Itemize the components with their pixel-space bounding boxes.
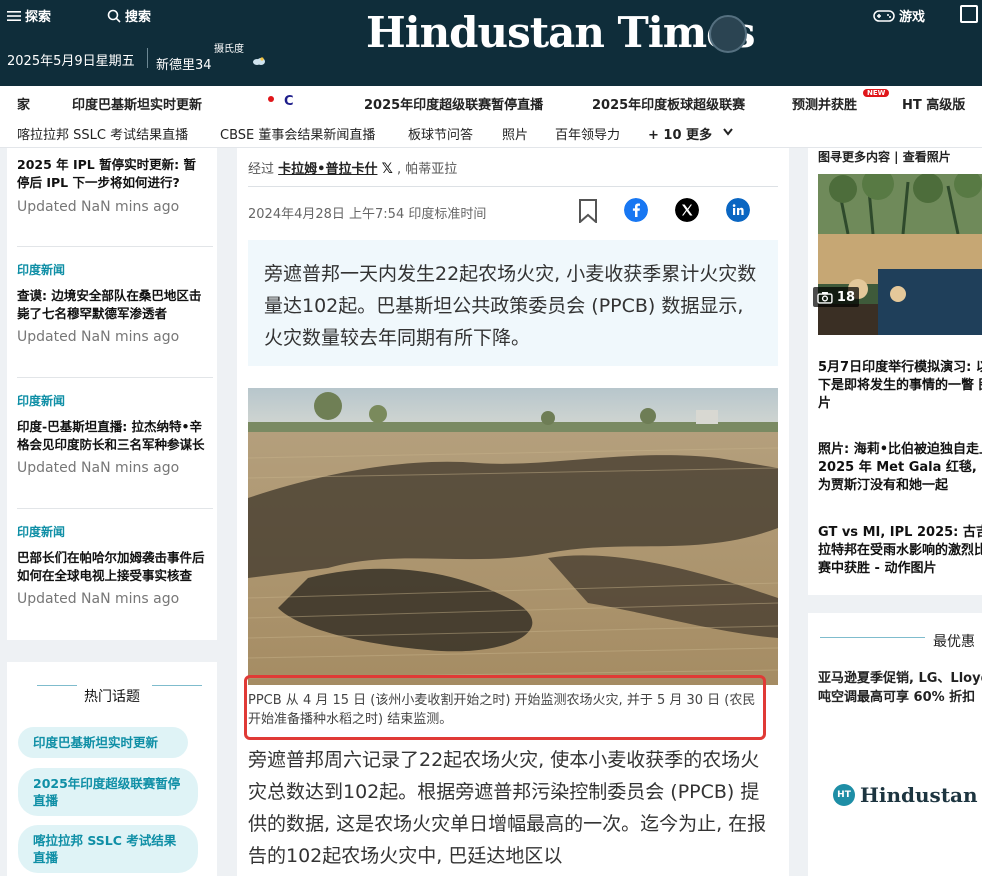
news-updated: Updated NaN mins ago [17,591,180,607]
deal-link[interactable]: 亚马逊夏季促销, LG、Lloyd 吨空调最高可享 60% 折扣 [818,669,982,707]
gallery-thumbnail[interactable] [818,174,982,335]
weather-city[interactable]: 新德里34 [156,54,212,73]
hot-topics: 热门话题 印度巴基斯坦实时更新 2025年印度超级联赛暂停直播 喀拉拉邦 SSL… [7,662,217,876]
x-share-icon[interactable] [675,198,699,222]
nav-item-ipl-2025[interactable]: 2025年印度板球超级联赛 [592,94,745,113]
x-icon[interactable]: 𝕏 [382,161,393,177]
photo-count: 18 [836,289,855,305]
site-logo[interactable]: Hindustan Times [366,8,756,57]
live-dot-icon [268,96,274,102]
search-icon [107,9,121,23]
nav-item-kerala-sslc[interactable]: 喀拉拉邦 SSLC 考试结果直播 [17,124,188,143]
news-title[interactable]: 2025 年 IPL 暂停实时更新: 暂停后 IPL 下一步将如何进行? [17,156,207,192]
nav-item-cricket-quiz[interactable]: 板球节问答 [408,124,473,143]
article-photo [248,388,778,685]
secondary-nav: 喀拉拉邦 SSLC 考试结果直播 CBSE 董事会结果新闻直播 板球节问答 照片… [0,118,982,148]
chevron-down-icon[interactable] [723,128,733,136]
byline-prefix: 经过 [248,162,275,177]
search-label: 搜索 [125,10,152,25]
linkedin-icon[interactable] [726,198,750,222]
list-item[interactable]: 印度新闻 印度-巴基斯坦直播: 拉杰纳特•辛格会见印度防长和三名军种参谋长 Up… [17,392,207,476]
search-button[interactable]: 搜索 [107,6,151,25]
news-title[interactable]: 印度-巴基斯坦直播: 拉杰纳特•辛格会见印度防长和三名军种参谋长 [17,418,207,454]
epaper-icon[interactable] [960,5,978,23]
byline-location: , 帕蒂亚拉 [397,162,458,177]
gallery-link[interactable]: 照片: 海莉•比伯被迫独自走上 2025 年 Met Gala 红毯, 因为贾斯… [818,441,982,495]
author-link[interactable]: 卡拉姆•普拉卡什 [278,162,377,177]
right-rail: 图寻更多内容 | 查看照片 18 5月7日印度举行模拟演习: 以下是即将发生的事… [808,148,982,595]
nav-item-india-pakistan-live[interactable]: 印度巴基斯坦实时更新 [72,94,202,113]
ht-badge-icon: HT [833,784,855,806]
news-updated: Updated NaN mins ago [17,460,180,476]
primary-nav: 家 印度巴基斯坦实时更新 C 2025年印度超级联赛暂停直播 2025年印度板球… [0,86,982,118]
ht-logo[interactable]: HT Hindustan Times [833,783,982,807]
article-summary: 旁遮普邦一天内发生22起农场火灾, 小麦收获季累计火灾数量达102起。巴基斯坦公… [248,240,778,366]
nav-item-cbse-results[interactable]: CBSE 董事会结果新闻直播 [220,124,375,143]
explore-label: 探索 [25,10,52,25]
hot-topics-title: 热门话题 [84,689,140,705]
divider [17,377,213,378]
topic-pill[interactable]: 印度巴基斯坦实时更新 [18,727,188,758]
gamepad-icon [873,9,895,22]
publish-time: 2024年4月28日 上午7:54 印度标准时间 [248,207,487,222]
temperature-unit: 摄氏度 [214,44,244,55]
list-item[interactable]: 印度新闻 巴部长们在帕哈尔加姆袭击事件后如何在全球电视上接受事实核查 Updat… [17,523,207,607]
divider [17,508,213,509]
topic-pill[interactable]: 2025年印度超级联赛暂停直播 [18,768,198,816]
hamburger-icon [7,10,21,21]
nav-item-predict-win[interactable]: 预测并获胜 [792,94,857,113]
nav-item-photos[interactable]: 照片 [502,124,528,143]
divider [820,637,925,638]
divider [147,48,148,68]
camera-icon [817,291,833,304]
list-item[interactable]: 印度新闻 查谟: 边境安全部队在桑巴地区击毙了七名穆罕默德军渗透者 Update… [17,261,207,345]
nav-item-more[interactable]: + 10 更多 [648,124,712,143]
new-badge: NEW [863,89,890,97]
bookmark-icon[interactable] [578,199,598,223]
nav-item-home[interactable]: 家 [17,94,30,113]
topic-pill[interactable]: 喀拉拉邦 SSLC 考试结果直播 [18,825,198,873]
article-body: 旁遮普邦周六记录了22起农场火灾, 使本小麦收获季的农场火灾总数达到102起。根… [248,749,767,867]
photo-gallery-link[interactable]: 图寻更多内容 | 查看照片 [818,148,951,165]
nav-item-ipl-suspended-live[interactable]: 2025年印度超级联赛暂停直播 [364,94,543,113]
games-button[interactable]: 游戏 [873,6,925,25]
best-deals: 最优惠 亚马逊夏季促销, LG、Lloyd 吨空调最高可享 60% 折扣 HT … [808,613,982,876]
current-date: 2025年5月9日星期五 [7,54,135,69]
news-title[interactable]: 巴部长们在帕哈尔加姆袭击事件后如何在全球电视上接受事实核查 [17,549,207,585]
news-category[interactable]: 印度新闻 [17,261,207,278]
photo-count-badge: 18 [813,287,859,307]
divider [248,186,778,187]
facebook-icon[interactable] [624,198,648,222]
gallery-link[interactable]: 5月7日印度举行模拟演习: 以下是即将发生的事情的一瞥 图片 [818,359,982,413]
anniversary-seal-icon [709,15,747,53]
news-category[interactable]: 印度新闻 [17,523,207,540]
nav-item-leadership[interactable]: 百年领导力 [555,124,620,143]
divider [17,246,213,247]
nav-item-c[interactable]: C [284,94,294,109]
list-item[interactable]: 2025 年 IPL 暂停实时更新: 暂停后 IPL 下一步将如何进行? Upd… [17,156,207,215]
site-header: 探索 搜索 2025年5月9日星期五 新德里34 摄氏度 Hindustan T… [0,0,982,86]
deals-heading: 最优惠 [933,634,975,650]
highlight-box [244,675,766,740]
news-title[interactable]: 查谟: 边境安全部队在桑巴地区击毙了七名穆罕默德军渗透者 [17,287,207,323]
left-news-list: 2025 年 IPL 暂停实时更新: 暂停后 IPL 下一步将如何进行? Upd… [7,148,217,640]
news-updated: Updated NaN mins ago [17,199,180,215]
explore-menu-button[interactable]: 探索 [7,6,51,25]
news-updated: Updated NaN mins ago [17,329,180,345]
cloud-icon [253,57,265,65]
news-category[interactable]: 印度新闻 [17,392,207,409]
byline: 经过 卡拉姆•普拉卡什 𝕏 , 帕蒂亚拉 [248,158,457,177]
gallery-link[interactable]: GT vs MI, IPL 2025: 古吉拉特邦在受雨水影响的激烈比赛中获胜 … [818,524,982,578]
games-label: 游戏 [899,10,926,25]
article: 经过 卡拉姆•普拉卡什 𝕏 , 帕蒂亚拉 2024年4月28日 上午7:54 印… [237,148,789,876]
ht-logo-text: Hindustan Times [860,783,982,807]
nav-item-ht-premium[interactable]: HT 高级版 [902,94,965,113]
